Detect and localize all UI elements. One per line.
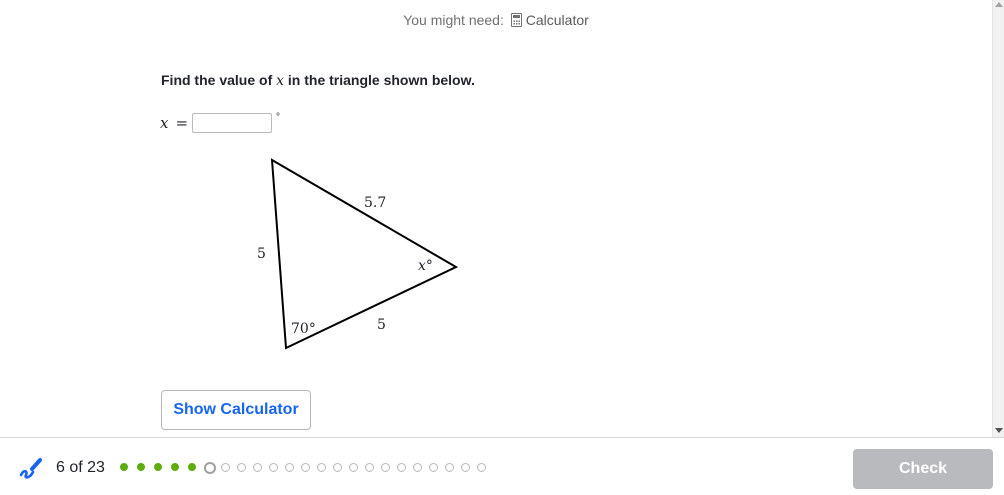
exercise-content: You might need: Calculator Find the valu… — [0, 0, 992, 437]
skill-pencil-icon — [19, 458, 42, 479]
angle-right-label: x° — [418, 258, 433, 274]
progress-dots — [120, 461, 493, 474]
progress-dot-completed — [188, 463, 196, 471]
progress-dot-completed — [154, 463, 162, 471]
progress-dot-pending — [333, 463, 342, 472]
progress-dot-pending — [269, 463, 278, 472]
progress-dot-pending — [317, 463, 326, 472]
progress-dot-pending — [397, 463, 406, 472]
progress-label: 6 of 23 — [56, 459, 105, 476]
progress-dot-pending — [221, 463, 230, 472]
progress-dot-pending — [301, 463, 310, 472]
progress-dot-pending — [477, 463, 486, 472]
footer-bar: 6 of 23 Check — [0, 437, 1004, 495]
progress-dot-pending — [237, 463, 246, 472]
scrollbar[interactable] — [992, 0, 1004, 437]
progress-dot-pending — [381, 463, 390, 472]
angle-bottom-left-label: 70° — [291, 321, 316, 337]
progress-dot-pending — [349, 463, 358, 472]
side-left-label: 5 — [257, 246, 266, 262]
triangle-figure: 5 5.7 5 70° x° — [257, 158, 459, 350]
progress-dot-pending — [445, 463, 454, 472]
side-top-right-label: 5.7 — [364, 195, 386, 211]
progress-dot-pending — [365, 463, 374, 472]
progress-dot-completed — [120, 463, 128, 471]
scroll-up-arrow-icon[interactable] — [995, 2, 1003, 7]
progress-dot-completed — [171, 463, 179, 471]
side-bottom-label: 5 — [377, 317, 386, 333]
check-button[interactable]: Check — [853, 449, 993, 489]
scroll-down-arrow-icon[interactable] — [995, 428, 1003, 433]
triangle-shape — [270, 158, 459, 350]
progress-dot-pending — [285, 463, 294, 472]
progress-dot-pending — [253, 463, 262, 472]
progress-dot-pending — [413, 463, 422, 472]
progress-dot-completed — [137, 463, 145, 471]
progress-dot-pending — [461, 463, 470, 472]
show-calculator-button[interactable]: Show Calculator — [161, 390, 311, 430]
progress-dot-current — [204, 461, 216, 474]
progress-dot-pending — [429, 463, 438, 472]
